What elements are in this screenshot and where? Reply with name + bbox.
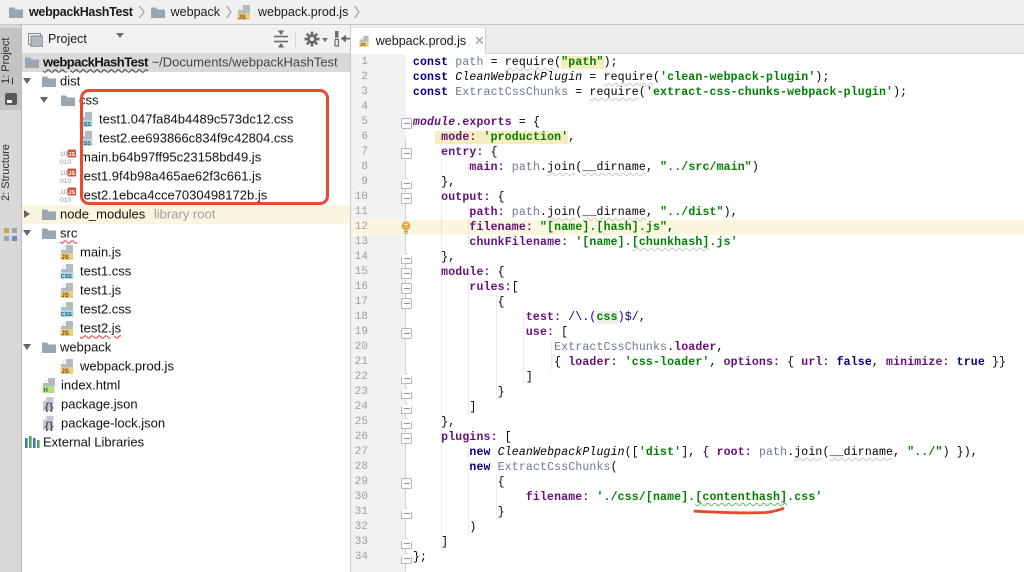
svg-text:JS: JS	[68, 171, 75, 177]
svg-text:010: 010	[60, 197, 72, 203]
svg-text:JS: JS	[68, 152, 75, 158]
svg-text:10: 10	[60, 170, 68, 177]
svg-text:JS: JS	[61, 292, 69, 298]
svg-text:JS: JS	[61, 368, 69, 374]
svg-text:010: 010	[60, 178, 72, 184]
svg-text:JS: JS	[61, 330, 69, 336]
svg-text:H: H	[44, 388, 48, 393]
svg-text:JS: JS	[68, 190, 75, 196]
svg-text:JS: JS	[61, 254, 69, 260]
svg-text:{}: {}	[45, 421, 54, 431]
svg-text:CSS: CSS	[61, 274, 72, 279]
svg-text:{}: {}	[45, 402, 54, 412]
svg-text:10: 10	[60, 189, 68, 196]
svg-text:CSS: CSS	[61, 312, 72, 317]
svg-text:10: 10	[60, 151, 68, 158]
svg-text:010: 010	[60, 159, 72, 165]
svg-text:JS: JS	[360, 42, 366, 47]
svg-text:JS: JS	[238, 14, 246, 20]
